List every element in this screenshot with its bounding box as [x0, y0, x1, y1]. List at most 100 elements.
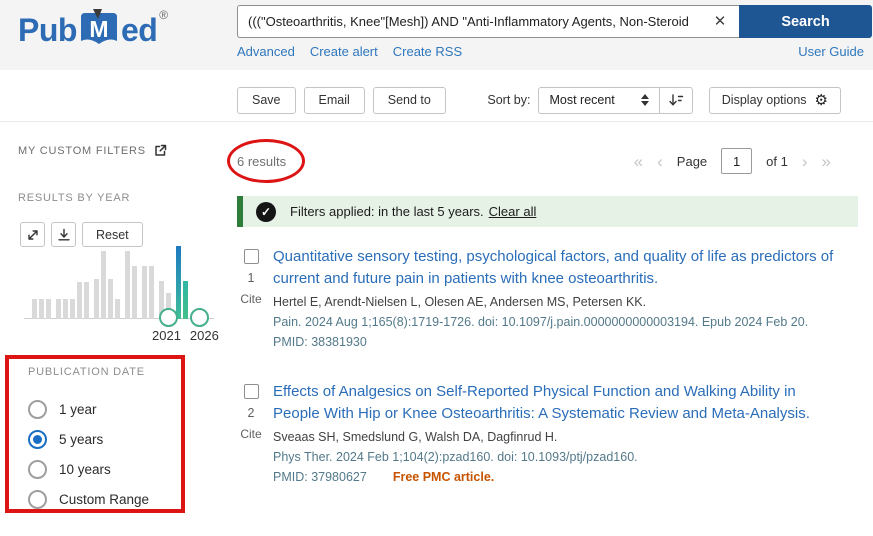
- pagination: « ‹ Page of 1 › »: [634, 148, 831, 174]
- toolbar-divider: [0, 121, 873, 122]
- year-bar: [32, 299, 37, 319]
- display-options-button[interactable]: Display options ⚙: [709, 87, 841, 114]
- clear-all-link[interactable]: Clear all: [489, 204, 537, 219]
- radio-label: Custom Range: [59, 492, 149, 507]
- article-authors: Sveaas SH, Smedslund G, Walsh DA, Dagfin…: [273, 430, 837, 444]
- radio-5-years[interactable]: 5 years: [28, 424, 149, 454]
- email-button[interactable]: Email: [304, 87, 365, 114]
- results-header: 6 results « ‹ Page of 1 › »: [237, 146, 831, 176]
- filters-applied-text: Filters applied: in the last 5 years.: [290, 204, 484, 219]
- my-custom-filters-label: MY CUSTOM FILTERS: [18, 145, 146, 157]
- sort-area: Sort by: Most recent Display options ⚙: [487, 87, 841, 114]
- year-start-label: 2021: [152, 328, 181, 343]
- radio-10-years[interactable]: 10 years: [28, 454, 149, 484]
- previous-page-icon[interactable]: ‹: [657, 153, 663, 170]
- article-title-link[interactable]: Quantitative sensory testing, psychologi…: [273, 246, 837, 290]
- create-rss-link[interactable]: Create RSS: [393, 44, 462, 59]
- create-alert-link[interactable]: Create alert: [310, 44, 378, 59]
- sort-select-dropdown[interactable]: Most recent: [539, 88, 658, 113]
- svg-text:M: M: [89, 16, 108, 42]
- search-button[interactable]: Search: [739, 5, 872, 38]
- search-links: Advanced Create alert Create RSS: [237, 44, 462, 59]
- year-bar: [84, 282, 89, 319]
- year-bar: [39, 299, 44, 319]
- first-page-icon[interactable]: «: [634, 153, 643, 170]
- user-guide-link[interactable]: User Guide: [798, 44, 864, 59]
- radio-circle: [28, 490, 47, 509]
- logo-text-ed: ed: [121, 9, 157, 51]
- sort-order-button[interactable]: [659, 88, 692, 113]
- clear-search-icon[interactable]: ✕: [707, 5, 733, 38]
- sort-descending-icon: [668, 92, 684, 108]
- year-bar: [125, 251, 130, 319]
- pubmed-results-page: { "header": { "logo": { "pub": "Pub", "m…: [0, 0, 873, 536]
- result-number: 2: [248, 406, 255, 420]
- reset-chart-button[interactable]: Reset: [82, 222, 143, 247]
- download-icon: [57, 228, 71, 242]
- radio-1-year[interactable]: 1 year: [28, 394, 149, 424]
- page-total-label: of 1: [766, 154, 788, 169]
- result-body: Effects of Analgesics on Self-Reported P…: [273, 381, 837, 484]
- sort-by-label: Sort by:: [487, 93, 530, 107]
- download-chart-button[interactable]: [51, 222, 76, 247]
- logo-text-pub: Pub: [18, 9, 77, 51]
- result-gutter: 1 Cite: [237, 246, 265, 349]
- pubmed-logo[interactable]: Pub M ed ®: [18, 9, 168, 58]
- article-pmid: PMID: 38381930: [273, 335, 367, 349]
- advanced-link[interactable]: Advanced: [237, 44, 295, 59]
- results-count: 6 results: [237, 154, 286, 169]
- radio-label: 1 year: [59, 402, 97, 417]
- expand-icon: [26, 228, 40, 242]
- results-toolbar: Save Email Send to Sort by: Most recent: [237, 86, 841, 114]
- search-input[interactable]: [237, 5, 739, 38]
- year-bar: [94, 279, 99, 319]
- external-link-icon: [154, 144, 167, 157]
- year-range-labels: 2021 2026: [152, 328, 219, 343]
- search-bar: ✕ Search: [237, 5, 872, 38]
- publication-date-title: PUBLICATION DATE: [28, 366, 145, 378]
- sort-group: Most recent: [538, 87, 692, 114]
- year-bar: [115, 299, 120, 319]
- article-authors: Hertel E, Arendt-Nielsen L, Olesen AE, A…: [273, 295, 837, 309]
- result-body: Quantitative sensory testing, psychologi…: [273, 246, 837, 349]
- sort-value: Most recent: [549, 93, 614, 107]
- year-range-end-handle[interactable]: [190, 308, 209, 327]
- year-end-label: 2026: [190, 328, 219, 343]
- cite-button[interactable]: Cite: [240, 427, 261, 441]
- gear-icon: ⚙: [815, 93, 828, 108]
- last-page-icon[interactable]: »: [822, 153, 831, 170]
- year-bar: [63, 299, 68, 319]
- year-bar: [176, 246, 181, 319]
- filters-applied-banner: ✓ Filters applied: in the last 5 years. …: [237, 196, 858, 227]
- registered-mark: ®: [159, 8, 168, 22]
- year-bar: [183, 281, 188, 319]
- search-result-item: 1 Cite Quantitative sensory testing, psy…: [237, 246, 837, 349]
- year-bar: [132, 266, 137, 319]
- year-bar: [77, 282, 82, 319]
- chevron-up-down-icon: [641, 94, 649, 106]
- year-bar: [108, 279, 113, 319]
- article-citation: Phys Ther. 2024 Feb 1;104(2):pzad160. do…: [273, 450, 837, 464]
- cite-button[interactable]: Cite: [240, 292, 261, 306]
- save-button[interactable]: Save: [237, 87, 296, 114]
- send-to-button[interactable]: Send to: [373, 87, 446, 114]
- my-custom-filters[interactable]: MY CUSTOM FILTERS: [18, 144, 167, 157]
- radio-circle: [28, 400, 47, 419]
- year-range-start-handle[interactable]: [159, 308, 178, 327]
- expand-chart-button[interactable]: [20, 222, 45, 247]
- select-result-checkbox[interactable]: [244, 384, 259, 399]
- check-circle-icon: ✓: [256, 202, 276, 222]
- radio-circle: [28, 430, 47, 449]
- year-bar: [142, 266, 147, 319]
- year-bar: [46, 299, 51, 319]
- result-number: 1: [248, 271, 255, 285]
- next-page-icon[interactable]: ›: [802, 153, 808, 170]
- article-citation: Pain. 2024 Aug 1;165(8):1719-1726. doi: …: [273, 315, 837, 329]
- article-title-link[interactable]: Effects of Analgesics on Self-Reported P…: [273, 381, 837, 425]
- header: Pub M ed ® ✕ Search Advanced Create aler…: [0, 0, 873, 70]
- year-bar: [101, 251, 106, 319]
- page-number-input[interactable]: [721, 148, 752, 174]
- select-result-checkbox[interactable]: [244, 249, 259, 264]
- result-gutter: 2 Cite: [237, 381, 265, 484]
- radio-custom-range[interactable]: Custom Range: [28, 484, 149, 514]
